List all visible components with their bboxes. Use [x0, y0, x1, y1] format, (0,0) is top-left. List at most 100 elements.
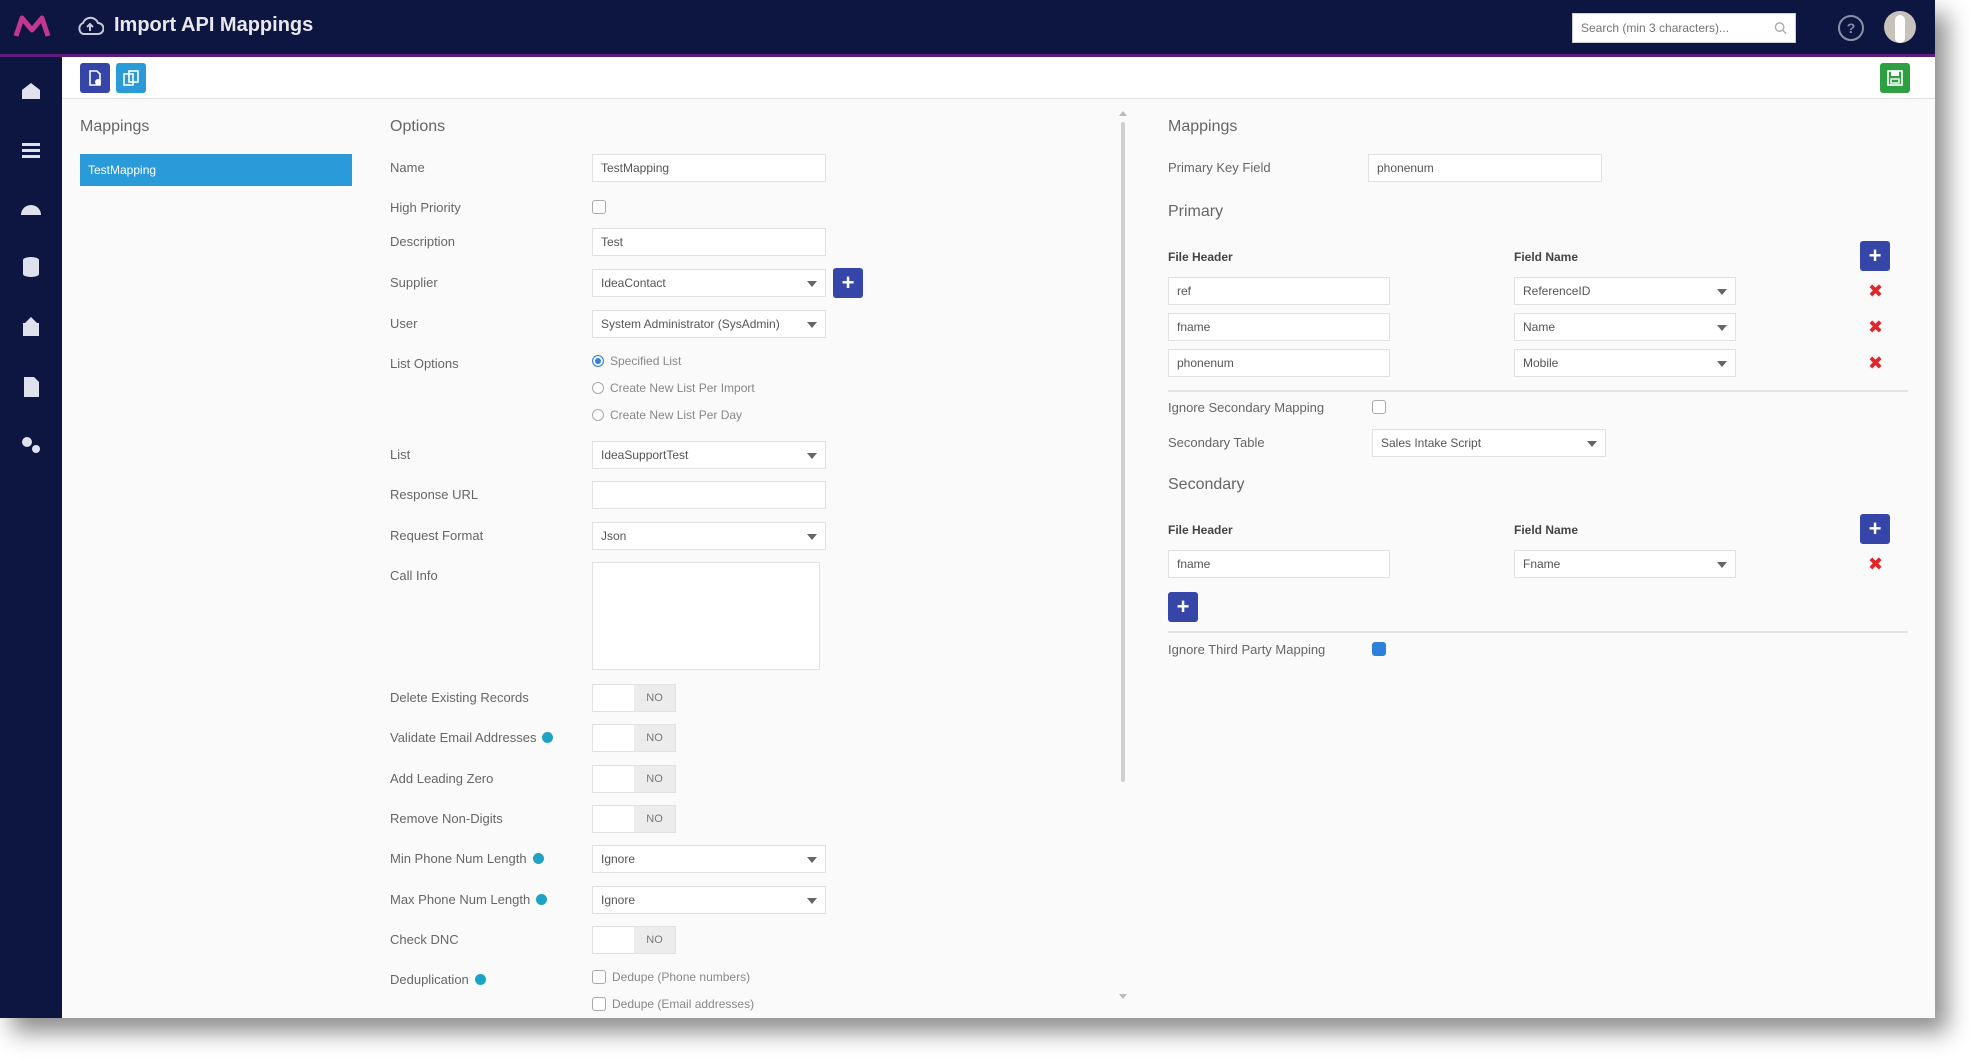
page-header: Import API Mappings: [76, 14, 313, 37]
delete-row-icon[interactable]: ✖: [1868, 282, 1883, 300]
radio-specified-list[interactable]: Specified List: [592, 354, 681, 368]
ignore-secondary-checkbox[interactable]: [1372, 400, 1386, 414]
delete-existing-label: Delete Existing Records: [390, 690, 529, 705]
sidebar-item-database[interactable]: [17, 253, 45, 281]
options-heading: Options: [390, 118, 446, 135]
remove-non-digits-label: Remove Non-Digits: [390, 811, 503, 826]
list-select[interactable]: IdeaSupportTest: [592, 441, 826, 469]
response-url-label: Response URL: [390, 487, 479, 502]
sidebar-item-settings[interactable]: [17, 431, 45, 459]
delete-existing-toggle[interactable]: NO: [592, 684, 676, 712]
sidebar: [0, 57, 62, 1018]
call-info-textarea[interactable]: [592, 562, 820, 670]
secondary-file-header-column: File Header: [1168, 523, 1233, 537]
radio-button[interactable]: [592, 382, 604, 394]
description-label: Description: [390, 234, 456, 249]
info-icon[interactable]: [536, 894, 548, 905]
section-divider: [1168, 390, 1908, 392]
copy-icon: [123, 70, 139, 86]
name-label: Name: [390, 160, 425, 175]
user-select[interactable]: System Administrator (SysAdmin): [592, 310, 826, 338]
search-input[interactable]: [1581, 21, 1774, 35]
radio-button[interactable]: [592, 409, 604, 421]
info-icon[interactable]: [542, 732, 554, 743]
primary-field-name-select[interactable]: ReferenceID: [1514, 277, 1736, 305]
sidebar-item-dashboard[interactable]: [17, 195, 45, 223]
primary-field-name-select[interactable]: Name: [1514, 313, 1736, 341]
home-icon: [22, 83, 40, 99]
brand-logo[interactable]: [12, 12, 52, 42]
info-icon[interactable]: [532, 853, 544, 864]
request-format-label: Request Format: [390, 528, 484, 543]
primary-file-header-column: File Header: [1168, 250, 1233, 264]
sidebar-item-home[interactable]: [17, 77, 45, 105]
supplier-select[interactable]: IdeaContact: [592, 269, 826, 297]
validate-email-toggle[interactable]: NO: [592, 724, 676, 752]
request-format-select[interactable]: Json: [592, 522, 826, 550]
primary-field-name-select[interactable]: Mobile: [1514, 349, 1736, 377]
add-primary-row-button[interactable]: +: [1860, 241, 1890, 271]
dedupe-email-checkbox[interactable]: [592, 997, 606, 1011]
top-bar: Import API Mappings ?: [0, 0, 1935, 54]
info-icon[interactable]: [474, 974, 486, 985]
min-phone-select[interactable]: Ignore: [592, 845, 826, 873]
primary-key-field[interactable]: phonenum: [1368, 154, 1602, 182]
scroll-up-arrow-icon[interactable]: [1118, 108, 1128, 118]
secondary-table-select[interactable]: Sales Intake Script: [1372, 429, 1606, 457]
options-scrollbar-thumb[interactable]: [1121, 122, 1125, 782]
dedupe-phone-checkbox[interactable]: [592, 970, 606, 984]
list-label: List: [390, 447, 411, 462]
help-icon[interactable]: ?: [1838, 15, 1864, 41]
response-url-field[interactable]: [592, 481, 826, 509]
ignore-third-party-checkbox[interactable]: [1372, 642, 1386, 656]
database-icon: [23, 257, 39, 277]
check-dnc-toggle[interactable]: NO: [592, 926, 676, 954]
app-window: Import API Mappings ?: [0, 0, 1935, 1018]
primary-file-header-input[interactable]: fname: [1168, 313, 1390, 341]
add-secondary-table-button[interactable]: +: [1168, 592, 1198, 622]
radio-new-list-per-day[interactable]: Create New List Per Day: [592, 408, 742, 422]
min-phone-label: Min Phone Num Length: [390, 851, 544, 866]
radio-button-selected[interactable]: [592, 355, 604, 367]
mappings-list-heading: Mappings: [80, 118, 150, 135]
cloud-upload-icon: [78, 16, 104, 35]
remove-non-digits-toggle[interactable]: NO: [592, 805, 676, 833]
mapping-list-item[interactable]: TestMapping: [80, 154, 352, 186]
add-supplier-button[interactable]: +: [833, 268, 863, 298]
add-secondary-row-button[interactable]: +: [1860, 514, 1890, 544]
call-info-label: Call Info: [390, 568, 438, 583]
max-phone-select[interactable]: Ignore: [592, 886, 826, 914]
list-icon: [22, 143, 40, 158]
scroll-down-arrow-icon[interactable]: [1118, 992, 1128, 1002]
primary-file-header-input[interactable]: ref: [1168, 277, 1390, 305]
sidebar-item-documents[interactable]: [17, 373, 45, 401]
delete-row-icon[interactable]: ✖: [1868, 555, 1883, 573]
primary-field-name-column: Field Name: [1514, 250, 1579, 264]
high-priority-checkbox[interactable]: [592, 200, 606, 214]
settings-icon: [22, 437, 40, 453]
delete-row-icon[interactable]: ✖: [1868, 318, 1883, 336]
add-leading-zero-toggle[interactable]: NO: [592, 765, 676, 793]
save-icon: [1887, 70, 1903, 86]
copy-mapping-button[interactable]: [116, 63, 146, 93]
search-icon[interactable]: [1774, 21, 1787, 35]
sidebar-item-import[interactable]: [17, 313, 45, 341]
secondary-file-header-input[interactable]: fname: [1168, 550, 1390, 578]
secondary-field-name-select[interactable]: Fname: [1514, 550, 1736, 578]
toolbar: [62, 57, 1935, 99]
validate-email-label: Validate Email Addresses: [390, 730, 554, 745]
upload-icon: [23, 317, 39, 336]
radio-new-list-per-import[interactable]: Create New List Per Import: [592, 381, 755, 395]
user-avatar[interactable]: [1884, 11, 1916, 43]
delete-row-icon[interactable]: ✖: [1868, 354, 1883, 372]
document-icon: [24, 377, 39, 397]
dedupe-email-option[interactable]: Dedupe (Email addresses): [592, 997, 754, 1011]
new-mapping-button[interactable]: [80, 63, 110, 93]
global-search[interactable]: [1572, 13, 1796, 43]
save-button[interactable]: [1880, 63, 1910, 93]
sidebar-item-lists[interactable]: [17, 137, 45, 165]
description-field[interactable]: Test: [592, 228, 826, 256]
primary-file-header-input[interactable]: phonenum: [1168, 349, 1390, 377]
dedupe-phone-option[interactable]: Dedupe (Phone numbers): [592, 970, 750, 984]
name-field[interactable]: TestMapping: [592, 154, 826, 182]
